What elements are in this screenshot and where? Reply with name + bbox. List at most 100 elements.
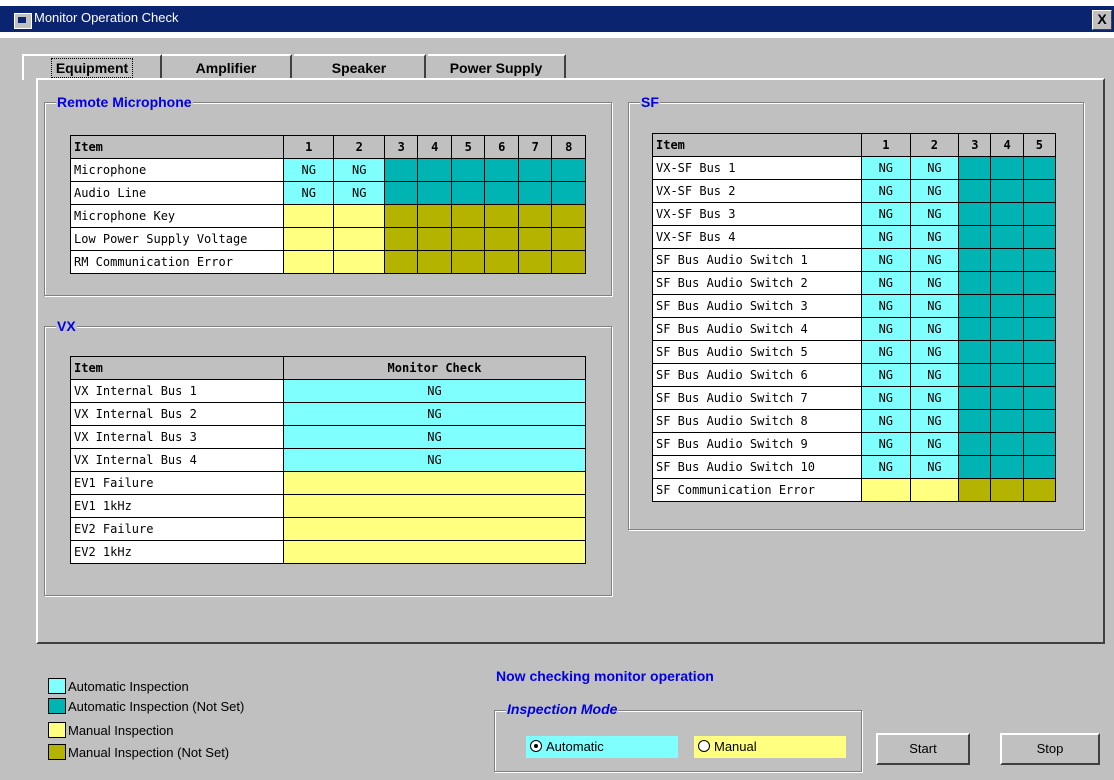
check-cell[interactable] <box>1022 340 1057 364</box>
check-cell[interactable] <box>484 227 519 251</box>
check-cell[interactable] <box>958 432 992 456</box>
check-cell[interactable] <box>1022 386 1057 410</box>
check-cell[interactable] <box>551 227 586 251</box>
check-cell[interactable] <box>1022 317 1057 341</box>
check-cell[interactable]: NG <box>909 432 960 456</box>
check-cell[interactable]: NG <box>861 363 911 387</box>
check-cell[interactable]: NG <box>909 363 960 387</box>
check-cell[interactable] <box>283 517 586 541</box>
check-cell[interactable]: NG <box>861 156 911 180</box>
check-cell[interactable]: NG <box>861 225 911 249</box>
check-cell[interactable]: NG <box>861 271 911 295</box>
check-cell[interactable]: NG <box>861 179 911 203</box>
check-cell[interactable]: NG <box>861 202 911 226</box>
check-cell[interactable] <box>551 158 586 182</box>
check-cell[interactable]: NG <box>283 379 586 403</box>
check-cell[interactable]: NG <box>909 386 960 410</box>
check-cell[interactable]: NG <box>861 409 911 433</box>
check-cell[interactable] <box>484 250 519 274</box>
check-cell[interactable] <box>517 181 553 205</box>
check-cell[interactable] <box>990 340 1024 364</box>
check-cell[interactable] <box>1022 294 1057 318</box>
check-cell[interactable] <box>958 340 992 364</box>
check-cell[interactable] <box>417 204 452 228</box>
check-cell[interactable] <box>283 540 586 564</box>
check-cell[interactable] <box>990 294 1024 318</box>
check-cell[interactable]: NG <box>861 294 911 318</box>
check-cell[interactable] <box>484 158 519 182</box>
check-cell[interactable] <box>1022 202 1057 226</box>
check-cell[interactable] <box>283 471 586 495</box>
check-cell[interactable] <box>958 409 992 433</box>
check-cell[interactable] <box>990 248 1024 272</box>
check-cell[interactable] <box>990 317 1024 341</box>
check-cell[interactable] <box>484 181 519 205</box>
check-cell[interactable] <box>282 204 335 228</box>
check-cell[interactable] <box>990 478 1024 502</box>
check-cell[interactable] <box>417 250 452 274</box>
check-cell[interactable] <box>990 409 1024 433</box>
check-cell[interactable] <box>1022 455 1057 479</box>
check-cell[interactable] <box>450 204 486 228</box>
check-cell[interactable]: NG <box>861 340 911 364</box>
check-cell[interactable] <box>1022 156 1057 180</box>
check-cell[interactable]: NG <box>861 317 911 341</box>
check-cell[interactable] <box>517 250 553 274</box>
check-cell[interactable] <box>990 432 1024 456</box>
check-cell[interactable]: NG <box>909 455 960 479</box>
tab-amplifier[interactable]: Amplifier <box>162 54 292 80</box>
check-cell[interactable] <box>283 494 586 518</box>
check-cell[interactable] <box>450 227 486 251</box>
check-cell[interactable] <box>990 156 1024 180</box>
check-cell[interactable] <box>990 225 1024 249</box>
check-cell[interactable] <box>958 248 992 272</box>
check-cell[interactable]: NG <box>333 158 385 182</box>
check-cell[interactable]: NG <box>861 248 911 272</box>
check-cell[interactable]: NG <box>909 317 960 341</box>
check-cell[interactable] <box>1022 363 1057 387</box>
manual-radio[interactable]: Manual <box>694 736 846 758</box>
check-cell[interactable]: NG <box>909 248 960 272</box>
check-cell[interactable] <box>551 250 586 274</box>
check-cell[interactable] <box>1022 478 1057 502</box>
close-button[interactable]: X <box>1092 10 1112 30</box>
start-button[interactable]: Start <box>876 733 970 765</box>
check-cell[interactable] <box>1022 179 1057 203</box>
check-cell[interactable] <box>990 271 1024 295</box>
check-cell[interactable] <box>958 294 992 318</box>
check-cell[interactable] <box>282 227 335 251</box>
check-cell[interactable] <box>909 478 960 502</box>
automatic-radio[interactable]: Automatic <box>526 736 678 758</box>
check-cell[interactable] <box>450 158 486 182</box>
check-cell[interactable] <box>517 204 553 228</box>
check-cell[interactable]: NG <box>909 409 960 433</box>
check-cell[interactable]: NG <box>861 432 911 456</box>
check-cell[interactable] <box>1022 225 1057 249</box>
check-cell[interactable] <box>1022 409 1057 433</box>
check-cell[interactable] <box>990 179 1024 203</box>
check-cell[interactable] <box>551 181 586 205</box>
check-cell[interactable] <box>333 204 385 228</box>
check-cell[interactable] <box>383 158 419 182</box>
check-cell[interactable]: NG <box>333 181 385 205</box>
check-cell[interactable]: NG <box>283 402 586 426</box>
check-cell[interactable] <box>450 250 486 274</box>
check-cell[interactable] <box>417 158 452 182</box>
check-cell[interactable] <box>1022 248 1057 272</box>
check-cell[interactable] <box>990 455 1024 479</box>
check-cell[interactable] <box>551 204 586 228</box>
tab-equipment[interactable]: Equipment <box>22 54 162 80</box>
check-cell[interactable] <box>383 227 419 251</box>
check-cell[interactable] <box>958 179 992 203</box>
check-cell[interactable] <box>990 202 1024 226</box>
check-cell[interactable]: NG <box>861 386 911 410</box>
check-cell[interactable] <box>958 386 992 410</box>
check-cell[interactable] <box>1022 271 1057 295</box>
check-cell[interactable]: NG <box>909 202 960 226</box>
check-cell[interactable]: NG <box>909 340 960 364</box>
check-cell[interactable] <box>861 478 911 502</box>
check-cell[interactable] <box>282 250 335 274</box>
check-cell[interactable] <box>383 204 419 228</box>
check-cell[interactable]: NG <box>909 156 960 180</box>
tab-speaker[interactable]: Speaker <box>294 54 426 80</box>
